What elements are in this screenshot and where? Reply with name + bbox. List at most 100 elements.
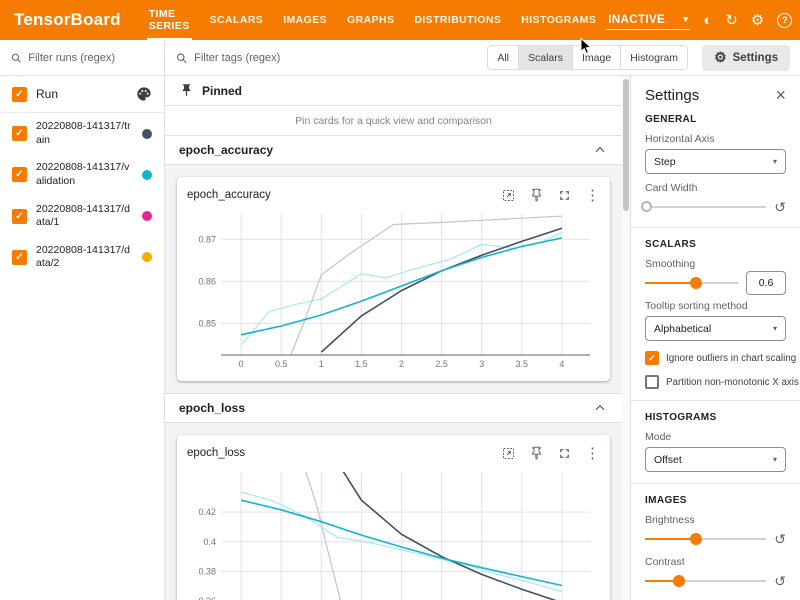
- run-color-dot[interactable]: [142, 129, 152, 139]
- filter-runs-input[interactable]: [28, 52, 154, 64]
- partition-x-axis-checkbox[interactable]: ✓ Partition non-monotonic X axis i: [645, 375, 786, 389]
- chevron-down-icon: ▾: [773, 324, 777, 333]
- reload-status-value: INACTIVE: [608, 14, 665, 26]
- run-color-dot[interactable]: [142, 170, 152, 180]
- pin-icon[interactable]: [529, 446, 544, 461]
- filter-tags-input[interactable]: [194, 52, 473, 64]
- filter-toggle-histogram[interactable]: Histogram: [621, 46, 687, 69]
- run-name: 20220808-141317/data/1: [36, 203, 133, 230]
- card-title: epoch_loss: [187, 447, 245, 459]
- histogram-mode-select[interactable]: Offset ▾: [645, 447, 786, 472]
- reset-icon[interactable]: ↺: [774, 200, 786, 214]
- pin-icon[interactable]: [529, 188, 544, 203]
- epoch-accuracy-chart[interactable]: 00.511.522.533.540.850.860.87: [187, 208, 600, 373]
- reload-status-dropdown[interactable]: INACTIVE ▾: [606, 11, 690, 30]
- run-row: ✓ 20220808-141317/data/1: [0, 196, 164, 237]
- svg-text:3.5: 3.5: [516, 359, 529, 369]
- card-header: epoch_accuracy ⋮: [187, 182, 600, 208]
- run-checkbox[interactable]: ✓: [12, 250, 27, 265]
- chevron-up-icon[interactable]: [592, 400, 608, 416]
- checkbox[interactable]: ✓: [645, 351, 659, 365]
- filter-tags-box: [175, 51, 473, 65]
- filter-toggle-all[interactable]: All: [488, 46, 519, 69]
- select-all-runs-checkbox[interactable]: ✓: [12, 87, 27, 102]
- epoch-loss-chart[interactable]: 00.511.522.533.540.360.380.40.42: [187, 466, 600, 600]
- contrast-slider[interactable]: [645, 574, 766, 588]
- smoothing-row: [645, 274, 786, 292]
- partition-x-axis-label: Partition non-monotonic X axis: [666, 377, 799, 388]
- svg-text:3: 3: [479, 359, 484, 369]
- tab-time-series[interactable]: TIME SERIES: [139, 0, 200, 40]
- images-heading: IMAGES: [645, 495, 786, 506]
- runs-header-row: ✓ Run: [0, 76, 164, 113]
- settings-title: Settings: [645, 87, 699, 104]
- settings-button[interactable]: ⚙ Settings: [702, 45, 790, 71]
- run-color-dot[interactable]: [142, 211, 152, 221]
- reset-icon[interactable]: ↺: [774, 532, 786, 546]
- slider-thumb[interactable]: [673, 575, 685, 587]
- ignore-outliers-checkbox[interactable]: ✓ Ignore outliers in chart scaling: [645, 351, 786, 365]
- brightness-slider[interactable]: [645, 532, 766, 546]
- ignore-outliers-label: Ignore outliers in chart scaling: [666, 353, 796, 364]
- filter-toggle-image[interactable]: Image: [573, 46, 621, 69]
- svg-text:0.87: 0.87: [198, 234, 216, 244]
- slider-thumb[interactable]: [690, 277, 702, 289]
- settings-button-label: Settings: [733, 52, 778, 64]
- section-title: epoch_loss: [179, 401, 245, 415]
- chevron-down-icon: ▾: [773, 157, 777, 166]
- run-checkbox[interactable]: ✓: [12, 167, 27, 182]
- reset-icon[interactable]: ↺: [774, 574, 786, 588]
- run-name: 20220808-141317/train: [36, 120, 133, 147]
- help-icon[interactable]: ?: [777, 13, 792, 28]
- top-app-bar: TensorBoard TIME SERIES SCALARS IMAGES G…: [0, 0, 800, 40]
- settings-panel: Settings × GENERAL Horizontal Axis Step …: [630, 76, 800, 600]
- svg-text:4: 4: [559, 359, 564, 369]
- refresh-icon[interactable]: ↻: [725, 13, 738, 28]
- tab-graphs[interactable]: GRAPHS: [337, 0, 404, 40]
- fit-domain-icon[interactable]: [501, 446, 516, 461]
- runs-header-label: Run: [36, 87, 127, 101]
- section-epoch-loss[interactable]: epoch_loss: [165, 394, 622, 423]
- pinned-title: Pinned: [202, 84, 242, 98]
- histogram-mode-label: Mode: [645, 431, 786, 443]
- fullscreen-icon[interactable]: [557, 446, 572, 461]
- svg-text:2: 2: [399, 359, 404, 369]
- smoothing-slider[interactable]: [645, 276, 738, 290]
- fullscreen-icon[interactable]: [557, 188, 572, 203]
- slider-thumb[interactable]: [641, 201, 652, 212]
- chart-card-epoch-loss: epoch_loss ⋮ 00.511.522.533.540.360.380.…: [177, 435, 610, 600]
- more-options-icon[interactable]: ⋮: [585, 186, 600, 204]
- run-color-dot[interactable]: [142, 252, 152, 262]
- contrast-row: ↺: [645, 572, 786, 590]
- tab-images[interactable]: IMAGES: [273, 0, 337, 40]
- slider-thumb[interactable]: [690, 533, 702, 545]
- chevron-down-icon: ▾: [773, 455, 777, 464]
- fit-domain-icon[interactable]: [501, 188, 516, 203]
- run-row: ✓ 20220808-141317/train: [0, 113, 164, 154]
- svg-text:0.38: 0.38: [198, 566, 216, 576]
- chart-card-epoch-accuracy: epoch_accuracy ⋮ 00.511.522.533.540.850.…: [177, 177, 610, 381]
- run-checkbox[interactable]: ✓: [12, 209, 27, 224]
- main-scrollbar[interactable]: [622, 76, 630, 600]
- settings-gear-icon[interactable]: ⚙: [751, 13, 764, 28]
- smoothing-label: Smoothing: [645, 258, 786, 270]
- tooltip-sorting-select[interactable]: Alphabetical ▾: [645, 316, 786, 341]
- scalars-heading: SCALARS: [645, 239, 786, 250]
- close-icon[interactable]: ×: [775, 86, 786, 104]
- theme-toggle-icon[interactable]: ◐: [703, 13, 712, 28]
- checkbox[interactable]: ✓: [645, 375, 659, 389]
- tab-scalars[interactable]: SCALARS: [200, 0, 274, 40]
- more-options-icon[interactable]: ⋮: [585, 444, 600, 462]
- tab-distributions[interactable]: DISTRIBUTIONS: [404, 0, 511, 40]
- tab-histograms[interactable]: HISTOGRAMS: [511, 0, 606, 40]
- chevron-up-icon[interactable]: [592, 142, 608, 158]
- scrollbar-thumb[interactable]: [623, 79, 629, 211]
- palette-icon[interactable]: [136, 86, 152, 102]
- card-width-slider[interactable]: [645, 200, 766, 214]
- smoothing-value-input[interactable]: [746, 271, 786, 295]
- pinned-empty-hint: Pin cards for a quick view and compariso…: [165, 106, 622, 136]
- run-checkbox[interactable]: ✓: [12, 126, 27, 141]
- section-epoch-accuracy[interactable]: epoch_accuracy: [165, 136, 622, 165]
- filter-toggle-scalars[interactable]: Scalars: [519, 46, 573, 69]
- horizontal-axis-select[interactable]: Step ▾: [645, 149, 786, 174]
